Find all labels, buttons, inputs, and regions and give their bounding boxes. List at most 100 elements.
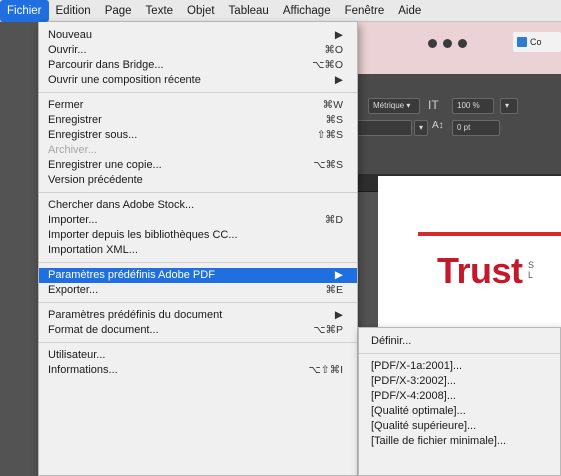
menu-shortcut: ⌘S xyxy=(325,114,343,126)
menu-shortcut: ⌥⌘O xyxy=(312,59,343,71)
menu-fichier[interactable]: Fichier xyxy=(0,0,49,22)
menu-item-label: Enregistrer sous... xyxy=(48,129,138,141)
menu-item-label: Parcourir dans Bridge... xyxy=(48,59,164,71)
menu-item-label: [PDF/X-4:2008]... xyxy=(371,390,456,402)
document-small-text: S L xyxy=(528,260,535,280)
file-menu-item-ouvrir-une-composition-recente[interactable]: Ouvrir une composition récente ▶ xyxy=(39,73,357,88)
pdf-submenu-item-definir[interactable]: Définir... xyxy=(359,334,560,349)
menu-item-label: Enregistrer une copie... xyxy=(48,159,162,171)
menu-shortcut: ⌥⇧⌘I xyxy=(308,364,343,376)
menu-aide[interactable]: Aide xyxy=(391,0,428,22)
zoom-dropdown[interactable]: ▾ xyxy=(500,98,518,114)
menu-item-label: Importer... xyxy=(48,214,98,226)
menu-item-label: Définir... xyxy=(371,335,412,347)
menu-item-label: Importation XML... xyxy=(48,244,138,256)
file-menu-item-informations[interactable]: Informations... ⌥⇧⌘I xyxy=(39,363,357,378)
pdf-submenu-item-qualite-optimale[interactable]: [Qualité optimale]... xyxy=(359,404,560,419)
submenu-arrow-icon: ▶ xyxy=(334,269,343,281)
pdf-presets-submenu: Définir... [PDF/X-1a:2001]... [PDF/X-3:200… xyxy=(358,327,561,476)
document-tab[interactable]: Co xyxy=(513,32,561,52)
file-menu-item-parcourir-dans-bridge[interactable]: Parcourir dans Bridge... ⌥⌘O xyxy=(39,58,357,73)
menu-edition[interactable]: Edition xyxy=(49,0,98,22)
document-tab-label: Co xyxy=(530,37,542,47)
window-zoom-dot[interactable] xyxy=(458,39,467,48)
control-panel: Métrique ▾ IT 100 % ▾ 0 ▾ A↕ 0 pt xyxy=(340,74,561,174)
submenu-arrow-icon: ▶ xyxy=(334,309,343,321)
window-minimize-dot[interactable] xyxy=(443,39,452,48)
submenu-arrow-icon: ▶ xyxy=(334,29,343,41)
pdf-submenu-item-pdf-x-1a-2001[interactable]: [PDF/X-1a:2001]... xyxy=(359,359,560,374)
menu-item-label: [Taille de fichier minimale]... xyxy=(371,435,507,447)
file-menu-item-enregistrer-sous[interactable]: Enregistrer sous... ⇧⌘S xyxy=(39,128,357,143)
file-menu-item-parametres-predefinis-adobe-pdf[interactable]: Paramètres prédéfinis Adobe PDF ▶ xyxy=(39,268,357,283)
menu-item-label: Nouveau xyxy=(48,29,93,41)
x-position-dropdown[interactable]: ▾ xyxy=(414,120,428,136)
window-close-dot[interactable] xyxy=(428,39,437,48)
menu-item-label: Ouvrir une composition récente xyxy=(48,74,201,86)
menu-item-label: Informations... xyxy=(48,364,118,376)
submenu-arrow-icon: ▶ xyxy=(334,74,343,86)
tracking-input[interactable]: 0 pt xyxy=(452,120,500,136)
document-icon xyxy=(517,37,527,47)
menu-item-label: [Qualité optimale]... xyxy=(371,405,466,417)
pdf-submenu-item-pdf-x-3-2002[interactable]: [PDF/X-3:2002]... xyxy=(359,374,560,389)
menu-item-label: [PDF/X-3:2002]... xyxy=(371,375,456,387)
menu-bar: Fichier Edition Page Texte Objet Tableau… xyxy=(0,0,561,22)
menu-item-label: Fermer xyxy=(48,99,84,111)
file-menu-item-enregistrer-une-copie[interactable]: Enregistrer une copie... ⌥⌘S xyxy=(39,158,357,173)
file-menu-item-importer-depuis-les-bibliotheques-cc[interactable]: Importer depuis les bibliothèques CC... xyxy=(39,228,357,243)
menu-separator xyxy=(39,192,357,193)
menu-item-label: Paramètres prédéfinis du document xyxy=(48,309,223,321)
menu-item-label: Format de document... xyxy=(48,324,159,336)
pdf-submenu-item-pdf-x-4-2008[interactable]: [PDF/X-4:2008]... xyxy=(359,389,560,404)
zoom-input[interactable]: 100 % xyxy=(452,98,494,114)
file-menu-item-enregistrer[interactable]: Enregistrer ⌘S xyxy=(39,113,357,128)
menu-tableau[interactable]: Tableau xyxy=(222,0,276,22)
file-menu-item-exporter[interactable]: Exporter... ⌘E xyxy=(39,283,357,298)
menu-shortcut: ⌘D xyxy=(324,214,343,226)
menu-item-label: Importer depuis les bibliothèques CC... xyxy=(48,229,238,241)
file-menu-item-chercher-dans-adobe-stock[interactable]: Chercher dans Adobe Stock... xyxy=(39,198,357,213)
menu-item-label: [Qualité supérieure]... xyxy=(371,420,477,432)
menu-separator xyxy=(39,302,357,303)
file-menu-item-fermer[interactable]: Fermer ⌘W xyxy=(39,98,357,113)
menu-item-label: Enregistrer xyxy=(48,114,102,126)
menu-separator xyxy=(39,262,357,263)
file-menu-item-parametres-predefinis-du-document[interactable]: Paramètres prédéfinis du document ▶ xyxy=(39,308,357,323)
file-menu-item-importation-xml[interactable]: Importation XML... xyxy=(39,243,357,258)
menu-item-label: Version précédente xyxy=(48,174,143,186)
document-headline: Trust xyxy=(437,250,523,291)
menu-fenetre[interactable]: Fenêtre xyxy=(338,0,392,22)
file-menu-item-ouvrir[interactable]: Ouvrir... ⌘O xyxy=(39,43,357,58)
menu-affichage[interactable]: Affichage xyxy=(276,0,338,22)
menu-item-label: Exporter... xyxy=(48,284,99,296)
tracking-icon: A↕ xyxy=(432,120,444,131)
menu-objet[interactable]: Objet xyxy=(180,0,222,22)
menu-shortcut: ⌥⌘P xyxy=(313,324,343,336)
menu-item-label: [PDF/X-1a:2001]... xyxy=(371,360,463,372)
menu-shortcut: ⌘E xyxy=(325,284,343,296)
file-menu-item-version-precedente[interactable]: Version précédente xyxy=(39,173,357,188)
font-size-icon: IT xyxy=(428,98,439,112)
menu-shortcut: ⌥⌘S xyxy=(313,159,343,171)
unit-select[interactable]: Métrique ▾ xyxy=(368,98,420,114)
file-menu: Nouveau ▶ Ouvrir... ⌘O Parcourir dans Bridge… xyxy=(38,22,358,476)
menu-texte[interactable]: Texte xyxy=(139,0,181,22)
file-menu-item-format-de-document[interactable]: Format de document... ⌥⌘P xyxy=(39,323,357,338)
menu-item-label: Paramètres prédéfinis Adobe PDF xyxy=(48,269,215,281)
pdf-submenu-item-qualite-superieure[interactable]: [Qualité supérieure]... xyxy=(359,419,560,434)
pdf-submenu-item-taille-de-fichier-minimale[interactable]: [Taille de fichier minimale]... xyxy=(359,434,560,449)
menu-item-label: Ouvrir... xyxy=(48,44,87,56)
menu-item-label: Chercher dans Adobe Stock... xyxy=(48,199,195,211)
menu-shortcut: ⇧⌘S xyxy=(316,129,343,141)
file-menu-item-nouveau[interactable]: Nouveau ▶ xyxy=(39,28,357,43)
menu-item-label: Utilisateur... xyxy=(48,349,106,361)
menu-item-label: Archiver... xyxy=(48,144,97,156)
file-menu-item-importer[interactable]: Importer... ⌘D xyxy=(39,213,357,228)
menu-separator xyxy=(39,92,357,93)
menu-shortcut: ⌘W xyxy=(322,99,343,111)
file-menu-item-utilisateur[interactable]: Utilisateur... xyxy=(39,348,357,363)
document-red-rule xyxy=(418,232,561,236)
menu-separator xyxy=(39,342,357,343)
menu-page[interactable]: Page xyxy=(98,0,139,22)
